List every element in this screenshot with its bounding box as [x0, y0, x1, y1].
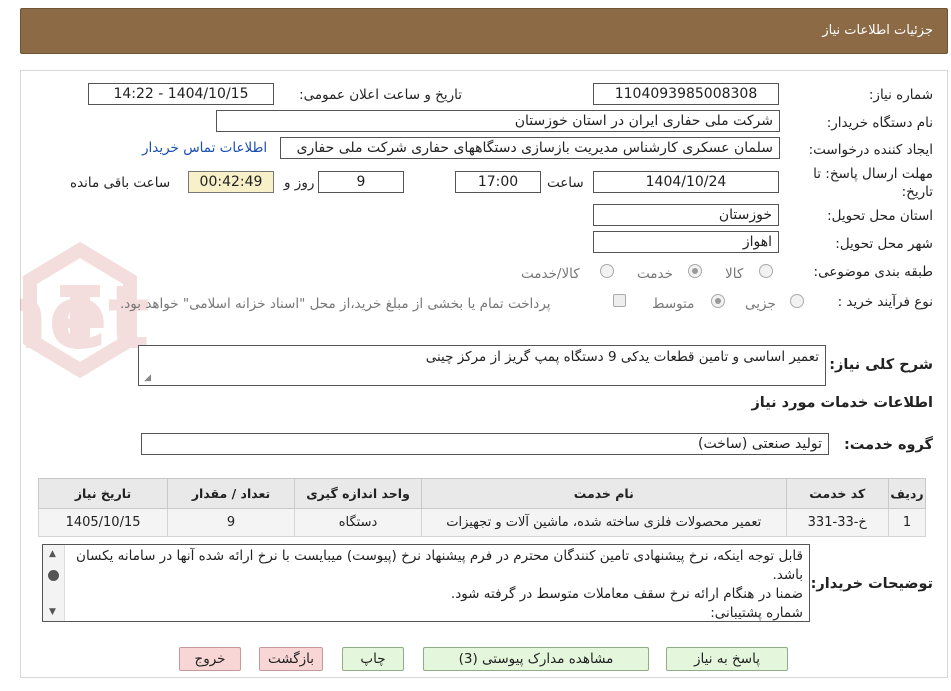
- cell-quantity: 9: [167, 508, 296, 537]
- buyer-org-field: شرکت ملی حفاری ایران در استان خوزستان: [216, 110, 780, 132]
- reply-button[interactable]: پاسخ به نیاز: [666, 647, 788, 671]
- category-label: طبقه بندی موضوعی:: [813, 264, 933, 280]
- requester-field: سلمان عسکری کارشناس مدیریت بازسازی دستگا…: [280, 137, 780, 159]
- requester-label: ایجاد کننده درخواست:: [808, 142, 933, 158]
- col-service-code: کد خدمت: [785, 478, 889, 509]
- category-option-goods: کالا: [725, 266, 744, 282]
- cell-service-code: خ-33-331: [785, 508, 889, 537]
- process-radio-medium[interactable]: [711, 294, 725, 308]
- category-option-service: خدمت: [637, 266, 673, 282]
- back-button[interactable]: بازگشت: [259, 647, 323, 671]
- process-option-medium: متوسط: [652, 296, 695, 312]
- view-attachments-button[interactable]: مشاهده مدارک پیوستی (3): [423, 647, 649, 671]
- process-option-minor: جزیی: [745, 296, 776, 312]
- table-row: 1 خ-33-331 تعمیر محصولات فلزی ساخته شده،…: [37, 508, 927, 537]
- category-option-goods-service: کالا/خدمت: [521, 266, 580, 282]
- category-radio-goods-service[interactable]: [600, 264, 614, 278]
- scroll-thumb[interactable]: [48, 570, 59, 581]
- cell-row-no: 1: [887, 508, 927, 537]
- services-heading: اطلاعات خدمات مورد نیاز: [751, 395, 933, 411]
- exit-button[interactable]: خروج: [179, 647, 241, 671]
- deadline-time-label: ساعت: [547, 175, 584, 191]
- notes-scrollbar[interactable]: ▲ ▼: [43, 545, 65, 621]
- need-number-field: 1104093985008308: [593, 83, 779, 105]
- cell-service-name: تعمیر محصولات فلزی ساخته شده، ماشین آلات…: [421, 508, 787, 537]
- summary-label: شرح کلی نیاز:: [829, 357, 933, 373]
- col-need-date: تاریخ نیاز: [37, 478, 169, 509]
- col-quantity: تعداد / مقدار: [167, 478, 296, 509]
- table-header-row: ردیف کد خدمت نام خدمت واحد اندازه گیری ت…: [37, 478, 927, 509]
- col-row-no: ردیف: [887, 478, 927, 509]
- need-number-label: شماره نیاز:: [868, 87, 933, 103]
- announce-field: 1404/10/15 - 14:22: [88, 83, 274, 105]
- scroll-up-icon[interactable]: ▲: [49, 549, 56, 559]
- print-button[interactable]: چاپ: [342, 647, 404, 671]
- treasury-checkbox[interactable]: [613, 294, 626, 307]
- buyer-notes-label: توضیحات خریدار:: [810, 576, 933, 592]
- cell-unit: دستگاه: [294, 508, 422, 537]
- announce-label: تاریخ و ساعت اعلان عمومی:: [299, 87, 462, 103]
- category-radio-service[interactable]: [688, 264, 702, 278]
- remaining-time-field: 00:42:49: [188, 171, 274, 193]
- buyer-contact-link[interactable]: اطلاعات تماس خریدار: [142, 140, 267, 156]
- services-table: ردیف کد خدمت نام خدمت واحد اندازه گیری ت…: [37, 478, 927, 537]
- days-label: روز و: [284, 175, 315, 191]
- notes-line-2: ضمنا در هنگام ارائه نرخ سقف معاملات متوس…: [450, 586, 803, 602]
- deadline-label: مهلت ارسال پاسخ: تا تاریخ:: [813, 166, 933, 200]
- buyer-notes-text: قابل توجه اینکه، نرخ پیشنهادی تامین کنند…: [71, 547, 803, 621]
- summary-textarea[interactable]: تعمیر اساسی و تامین قطعات یدکی 9 دستگاه …: [138, 345, 826, 386]
- notes-line-3: شماره پشتیبانی:: [710, 605, 803, 621]
- treasury-payment-note: پرداخت تمام یا بخشی از مبلغ خرید،از محل …: [120, 296, 551, 312]
- cell-need-date: 1405/10/15: [37, 508, 169, 537]
- province-label: استان محل تحویل:: [827, 208, 933, 224]
- buyer-org-label: نام دستگاه خریدار:: [826, 115, 933, 131]
- page-header: جزئیات اطلاعات نیاز: [20, 8, 948, 54]
- province-field: خوزستان: [593, 204, 779, 226]
- buyer-notes-textarea[interactable]: قابل توجه اینکه، نرخ پیشنهادی تامین کنند…: [42, 544, 810, 622]
- page-title: جزئیات اطلاعات نیاز: [822, 23, 933, 38]
- col-unit: واحد اندازه گیری: [294, 478, 422, 509]
- city-label: شهر محل تحویل:: [835, 236, 933, 252]
- category-radio-goods[interactable]: [759, 264, 773, 278]
- col-service-name: نام خدمت: [421, 478, 787, 509]
- service-group-label: گروه خدمت:: [843, 437, 933, 453]
- notes-line-1: قابل توجه اینکه، نرخ پیشنهادی تامین کنند…: [76, 548, 803, 583]
- scroll-down-icon[interactable]: ▼: [49, 607, 56, 617]
- city-field: اهواز: [593, 231, 779, 253]
- remaining-days-field: 9: [318, 171, 404, 193]
- deadline-date-field: 1404/10/24: [593, 171, 779, 193]
- service-group-field: تولید صنعتی (ساخت): [141, 433, 829, 455]
- summary-text: تعمیر اساسی و تامین قطعات یدکی 9 دستگاه …: [425, 349, 819, 365]
- resize-grip-icon[interactable]: ◢: [142, 374, 151, 383]
- deadline-time-field: 17:00: [455, 171, 541, 193]
- remaining-time-label: ساعت باقی مانده: [70, 175, 171, 191]
- process-type-label: نوع فرآیند خرید :: [837, 294, 933, 310]
- process-radio-minor[interactable]: [790, 294, 804, 308]
